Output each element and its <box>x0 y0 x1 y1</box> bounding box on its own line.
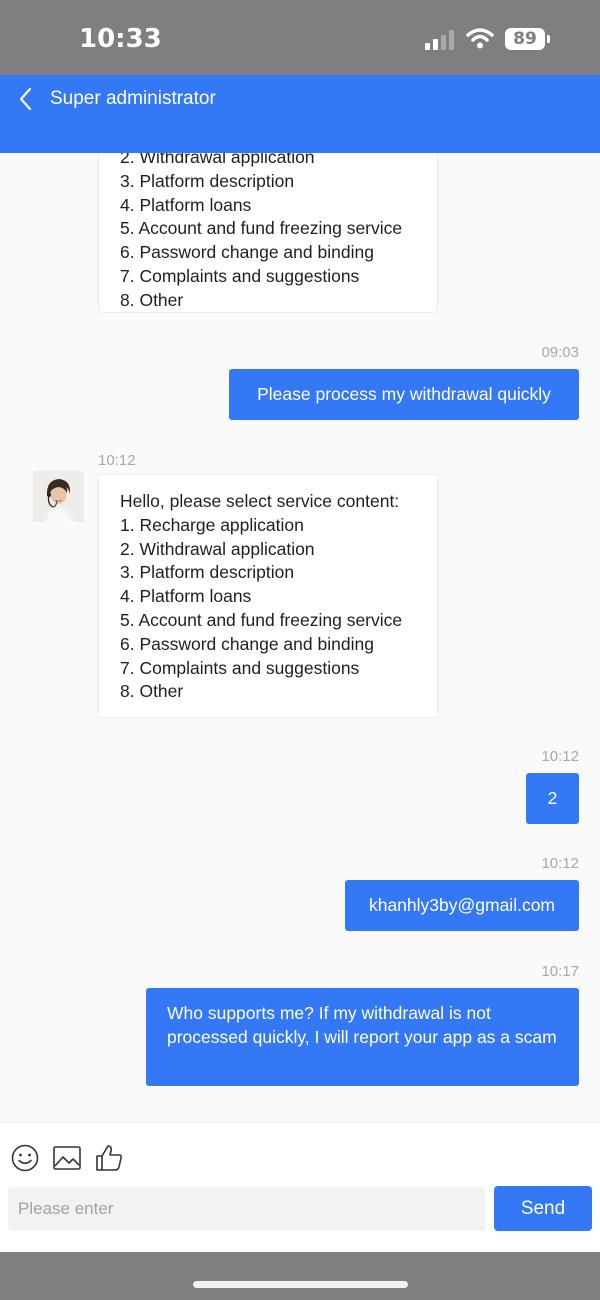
menu-item: 6. Password change and binding <box>120 633 374 654</box>
message-time: 10:12 <box>541 855 579 872</box>
menu-item: 2. Withdrawal application <box>120 153 315 167</box>
menu-item: 5. Account and fund freezing service <box>120 609 403 630</box>
menu-item: 5. Account and fund freezing service <box>120 218 403 239</box>
message-time: 10:17 <box>541 963 579 980</box>
sent-message[interactable]: Please process my withdrawal quickly <box>229 369 579 420</box>
menu-item: 7. Complaints and suggestions <box>120 657 360 678</box>
image-icon[interactable] <box>52 1143 82 1173</box>
menu-item: 7. Complaints and suggestions <box>120 265 360 286</box>
service-menu-card: Hello, please select service content: 1.… <box>98 474 438 718</box>
message-time: 10:12 <box>541 748 579 765</box>
sent-message[interactable]: khanhly3by@gmail.com <box>345 880 579 931</box>
menu-item: 2. Withdrawal application <box>120 538 315 559</box>
battery-icon: 89 <box>505 28 550 50</box>
menu-item: 8. Other <box>120 681 184 702</box>
nav-bar <box>0 75 600 153</box>
avatar[interactable] <box>33 471 84 522</box>
sent-message[interactable]: 2 <box>526 773 579 824</box>
menu-item: 4. Platform loans <box>120 194 252 215</box>
menu-item: 4. Platform loans <box>120 586 252 607</box>
menu-item: 1. Recharge application <box>120 514 304 535</box>
message-time: 10:12 <box>98 452 136 469</box>
service-menu-card: 2. Withdrawal application 3. Platform de… <box>98 153 438 313</box>
send-button[interactable]: Send <box>494 1186 592 1231</box>
back-icon[interactable] <box>14 86 40 112</box>
status-time: 10:33 <box>79 24 162 54</box>
sent-message[interactable]: Who supports me? If my withdrawal is not… <box>146 988 579 1086</box>
composer: Send <box>0 1122 600 1252</box>
menu-item: 8. Other <box>120 289 184 310</box>
wifi-icon <box>466 28 494 49</box>
message-input[interactable] <box>8 1187 485 1231</box>
menu-item: 6. Password change and binding <box>120 242 374 263</box>
chat-list[interactable]: 2. Withdrawal application 3. Platform de… <box>0 153 600 1122</box>
signal-icon <box>425 30 457 50</box>
menu-item: 3. Platform description <box>120 562 295 583</box>
home-indicator-area <box>0 1252 600 1300</box>
menu-item: 3. Platform description <box>120 170 295 191</box>
home-indicator[interactable] <box>193 1281 408 1288</box>
page-title: Super administrator <box>50 88 216 109</box>
thumbs-up-icon[interactable] <box>94 1143 124 1173</box>
menu-greeting: Hello, please select service content: <box>120 491 400 511</box>
message-time: 09:03 <box>541 344 579 361</box>
emoji-icon[interactable] <box>10 1143 40 1173</box>
